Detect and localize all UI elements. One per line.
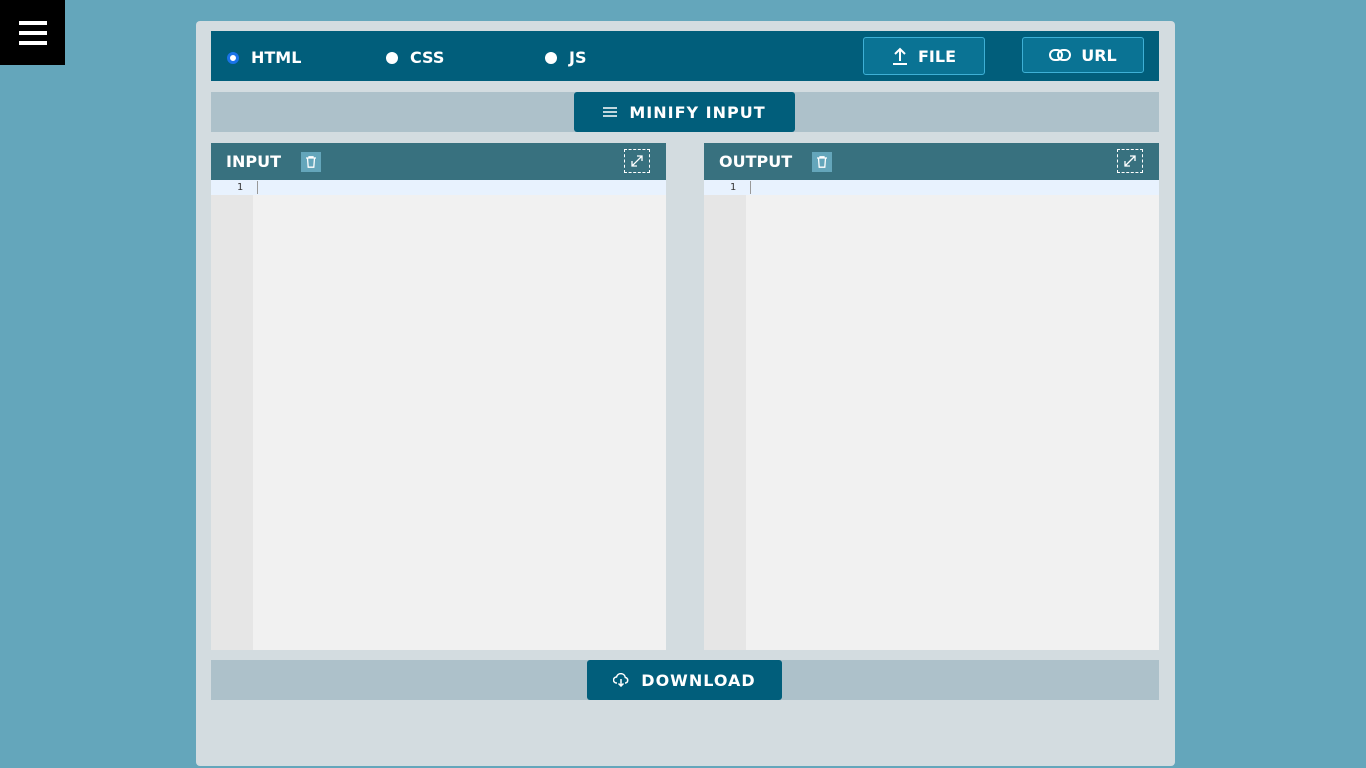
radio-css[interactable]: CSS [386,48,444,67]
radio-label: JS [569,48,587,67]
minify-label: MINIFY INPUT [629,102,766,122]
trash-icon [817,155,828,168]
input-editor: INPUT 1 [211,143,666,650]
line-number: 1 [236,182,243,193]
trash-icon [305,155,316,168]
download-button[interactable]: DOWNLOAD [587,660,782,700]
expand-input-button[interactable] [624,149,650,173]
input-header: INPUT [211,143,666,180]
url-label: URL [1081,45,1117,65]
upload-icon [892,47,907,65]
expand-icon [1124,155,1136,167]
output-editor: OUTPUT 1 [704,143,1159,650]
minify-button[interactable]: MINIFY INPUT [574,92,795,132]
clear-output-button[interactable] [812,151,833,172]
url-button[interactable]: URL [1022,37,1144,73]
radio-icon [227,51,239,64]
clear-input-button[interactable] [300,151,321,172]
radio-icon [386,51,398,64]
radio-js[interactable]: JS [545,48,586,67]
radio-icon [545,51,557,64]
line-gutter [211,180,253,650]
expand-icon [631,155,643,167]
hamburger-icon-bar [18,30,47,35]
menu-button[interactable] [0,0,65,65]
line-number: 1 [729,182,736,193]
file-button[interactable]: FILE [863,37,985,75]
menu-lines-icon [603,107,618,117]
radio-label: CSS [410,48,445,67]
cloud-download-icon [613,673,629,687]
output-title: OUTPUT [719,152,793,171]
input-title: INPUT [226,152,281,171]
expand-output-button[interactable] [1117,149,1143,173]
file-label: FILE [917,46,956,66]
input-code-area[interactable] [253,180,666,650]
download-bar: DOWNLOAD [211,660,1159,700]
line-gutter [704,180,746,650]
minifier-panel: HTML CSS JS FILE URL MINIFY INPUT INPUT … [196,21,1175,766]
radio-html[interactable]: HTML [227,48,301,67]
minify-bar: MINIFY INPUT [211,92,1159,132]
hamburger-icon-bar [18,40,47,45]
link-icon [1049,49,1072,61]
radio-label: HTML [251,48,302,67]
hamburger-icon [18,20,47,25]
output-header: OUTPUT [704,143,1159,180]
top-toolbar: HTML CSS JS FILE URL [211,31,1159,81]
output-code-area[interactable] [746,180,1159,650]
download-label: DOWNLOAD [641,670,756,690]
